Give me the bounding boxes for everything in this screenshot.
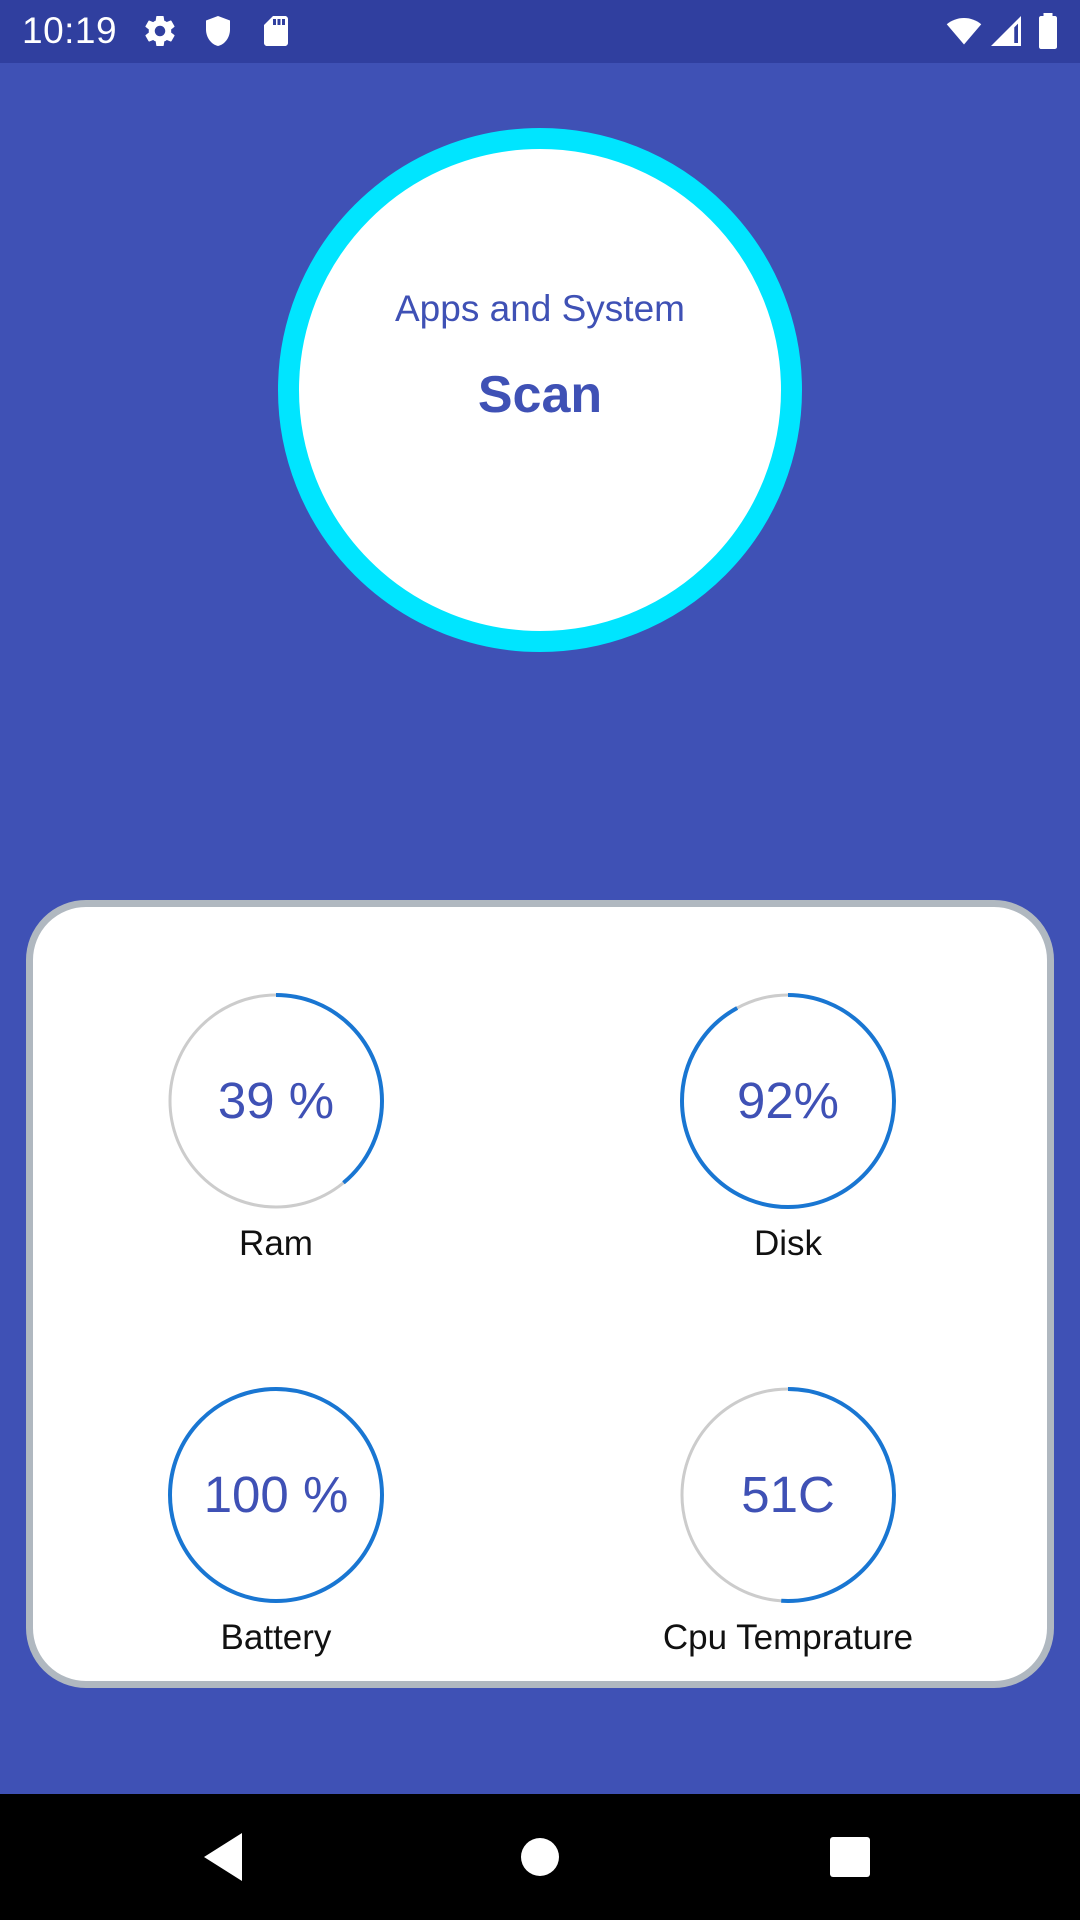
disk-value: 92%	[736, 1072, 840, 1129]
sd-card-icon	[258, 13, 294, 49]
stat-disk: 92% Disk	[608, 991, 968, 1321]
scan-title: Scan	[477, 366, 603, 424]
wifi-icon	[944, 13, 984, 49]
disk-gauge: 92%	[678, 991, 898, 1211]
battery-gauge: 100 %	[166, 1385, 386, 1605]
disk-label: Disk	[753, 1224, 823, 1263]
battery-icon	[1033, 13, 1063, 49]
stat-cpu-temperature: 51C Cpu Temprature	[608, 1385, 968, 1715]
cpu-temperature-gauge: 51C	[678, 1385, 898, 1605]
signal-icon	[988, 13, 1024, 49]
status-time: 10:19	[22, 10, 118, 51]
scan-button[interactable]: Apps and System Scan	[278, 128, 802, 652]
stat-battery: 100 % Battery	[96, 1385, 456, 1715]
cpu-temperature-value: 51C	[741, 1466, 835, 1523]
ram-value: 39 %	[217, 1072, 335, 1129]
status-bar: 10:19	[0, 0, 1080, 63]
battery-label: Battery	[220, 1618, 332, 1657]
stat-ram: 39 % Ram	[96, 991, 456, 1321]
back-icon[interactable]	[192, 1825, 256, 1889]
navigation-bar	[0, 1794, 1080, 1920]
stats-card: 39 % Ram 92% Disk 100 % Battery 51C Cpu …	[26, 900, 1054, 1688]
home-icon[interactable]	[508, 1825, 572, 1889]
battery-value: 100 %	[203, 1466, 349, 1523]
ram-gauge: 39 %	[166, 991, 386, 1211]
shield-icon	[200, 13, 236, 49]
ram-label: Ram	[239, 1224, 313, 1263]
cpu-temperature-label: Cpu Temprature	[662, 1618, 914, 1657]
gear-icon	[142, 13, 178, 49]
recents-icon[interactable]	[818, 1825, 882, 1889]
scan-subtitle: Apps and System	[395, 288, 685, 329]
